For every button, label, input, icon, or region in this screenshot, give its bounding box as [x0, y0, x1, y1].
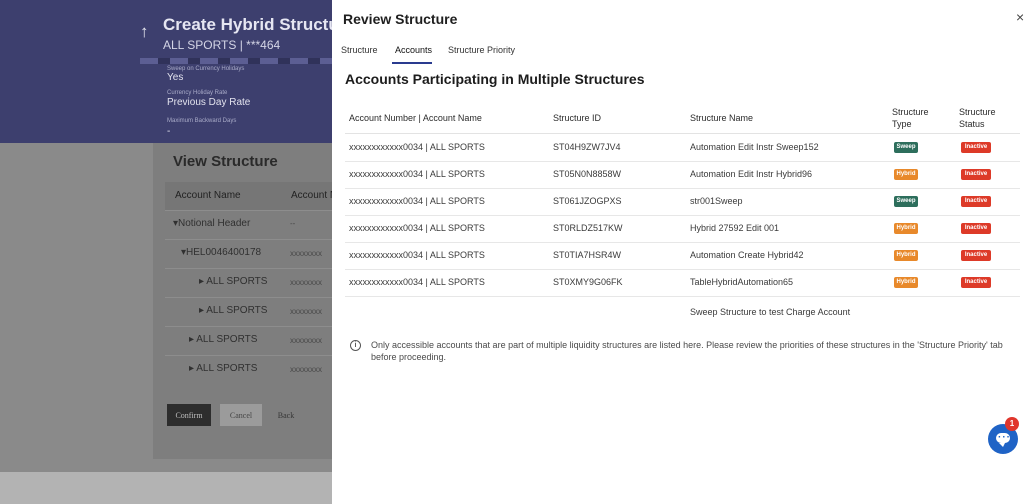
- structure-id-cell: ST05N0N8858W: [553, 169, 622, 179]
- column-header-structure-name: Structure Name: [690, 113, 754, 123]
- type-badge: Hybrid: [894, 169, 918, 180]
- column-header-status-line1: Structure: [959, 107, 996, 117]
- status-badge: Inactive: [961, 277, 991, 288]
- field-value: Previous Day Rate: [167, 97, 251, 108]
- view-structure-title: View Structure: [173, 153, 278, 170]
- field-label: Maximum Backward Days: [167, 118, 237, 124]
- account-number: xxxxxxxx: [290, 278, 322, 287]
- info-message: Only accessible accounts that are part o…: [371, 340, 1003, 362]
- close-icon[interactable]: ×: [1016, 9, 1024, 25]
- structure-name-cell: Automation Edit Instr Hybrid96: [690, 169, 813, 179]
- status-badge: Inactive: [961, 196, 991, 207]
- table-row: xxxxxxxxxxxx0034 | ALL SPORTS ST05N0N885…: [345, 161, 1020, 189]
- status-badge: Inactive: [961, 250, 991, 261]
- header-stripe: [140, 58, 340, 64]
- table-row: Sweep Structure to test Charge Account: [345, 296, 1020, 323]
- active-tab-indicator: [392, 62, 432, 64]
- account-cell: xxxxxxxxxxxx0034 | ALL SPORTS: [349, 277, 485, 287]
- tab-structure[interactable]: Structure: [341, 45, 378, 55]
- back-arrow-icon[interactable]: ↑: [140, 22, 149, 42]
- tree-node-label[interactable]: ▸ ALL SPORTS: [189, 334, 257, 345]
- account-cell: xxxxxxxxxxxx0034 | ALL SPORTS: [349, 196, 485, 206]
- structure-name-cell: Automation Create Hybrid42: [690, 250, 804, 260]
- column-header-type-line2: Type: [892, 119, 912, 129]
- field-value: -: [167, 126, 171, 137]
- field-label: Currency Holiday Rate: [167, 90, 228, 96]
- account-number: --: [290, 219, 296, 228]
- column-header-status-line2: Status: [959, 119, 985, 129]
- type-badge: Hybrid: [894, 250, 918, 261]
- column-header-structure-id: Structure ID: [553, 113, 602, 123]
- status-badge: Inactive: [961, 223, 991, 234]
- tree-node-label[interactable]: ▾Notional Header: [173, 218, 250, 229]
- table-row: xxxxxxxxxxxx0034 | ALL SPORTS ST0TIA7HSR…: [345, 242, 1020, 270]
- structure-id-cell: ST0TIA7HSR4W: [553, 250, 622, 260]
- type-badge: Sweep: [894, 142, 918, 153]
- tree-node-label[interactable]: ▸ ALL SPORTS: [199, 305, 267, 316]
- modal-title: Review Structure: [343, 11, 458, 27]
- accounts-table-header: Account Number | Account Name Structure …: [345, 100, 1020, 134]
- structure-id-cell: ST04H9ZW7JV4: [553, 142, 621, 152]
- page-title: Create Hybrid Structure: [163, 15, 355, 34]
- status-badge: Inactive: [961, 142, 991, 153]
- structure-id-cell: ST0RLDZ517KW: [553, 223, 623, 233]
- tab-accounts[interactable]: Accounts: [395, 45, 432, 55]
- structure-id-cell: ST061JZOGPXS: [553, 196, 622, 206]
- back-button[interactable]: Back: [270, 404, 302, 426]
- structure-id-cell: ST0XMY9G06FK: [553, 277, 623, 287]
- table-row: xxxxxxxxxxxx0034 | ALL SPORTS ST0XMY9G06…: [345, 269, 1020, 297]
- tree-node-label[interactable]: ▸ ALL SPORTS: [189, 363, 257, 374]
- tree-node-label[interactable]: ▾HEL0046400178: [181, 247, 261, 258]
- table-row: xxxxxxxxxxxx0034 | ALL SPORTS ST061JZOGP…: [345, 188, 1020, 216]
- structure-name-cell: str001Sweep: [690, 196, 743, 206]
- structure-name-cell: TableHybridAutomation65: [690, 277, 794, 287]
- table-row: xxxxxxxxxxxx0034 | ALL SPORTS ST0RLDZ517…: [345, 215, 1020, 243]
- column-header-type-line1: Structure: [892, 107, 929, 117]
- column-header: Account N: [291, 190, 338, 201]
- account-number: xxxxxxxx: [290, 336, 322, 345]
- page-footer: [0, 472, 340, 504]
- column-header: Account Name: [175, 190, 241, 201]
- field-value: Yes: [167, 72, 184, 83]
- info-icon: i: [350, 340, 361, 351]
- structure-name-cell: Hybrid 27592 Edit 001: [690, 223, 780, 233]
- type-badge: Hybrid: [894, 223, 918, 234]
- review-structure-modal: Review Structure × Structure Accounts St…: [332, 0, 1027, 504]
- account-cell: xxxxxxxxxxxx0034 | ALL SPORTS: [349, 142, 485, 152]
- account-cell: xxxxxxxxxxxx0034 | ALL SPORTS: [349, 169, 485, 179]
- confirm-button[interactable]: Confirm: [167, 404, 211, 426]
- type-badge: Sweep: [894, 196, 918, 207]
- section-heading: Accounts Participating in Multiple Struc…: [345, 71, 645, 87]
- account-number: xxxxxxxx: [290, 249, 322, 258]
- status-badge: Inactive: [961, 169, 991, 180]
- notification-count-badge: 1: [1005, 417, 1019, 431]
- structure-name-cell: Sweep Structure to test Charge Account: [690, 307, 851, 317]
- structure-name-cell: Automation Edit Instr Sweep152: [690, 142, 819, 152]
- table-row: xxxxxxxxxxxx0034 | ALL SPORTS ST04H9ZW7J…: [345, 134, 1020, 162]
- account-cell: xxxxxxxxxxxx0034 | ALL SPORTS: [349, 250, 485, 260]
- column-header-account: Account Number | Account Name: [349, 113, 482, 123]
- account-cell: xxxxxxxxxxxx0034 | ALL SPORTS: [349, 223, 485, 233]
- cancel-button[interactable]: Cancel: [220, 404, 262, 426]
- account-number: xxxxxxxx: [290, 365, 322, 374]
- account-number: xxxxxxxx: [290, 307, 322, 316]
- tree-node-label[interactable]: ▸ ALL SPORTS: [199, 276, 267, 287]
- page-subtitle: ALL SPORTS | ***464: [163, 38, 281, 52]
- type-badge: Hybrid: [894, 277, 918, 288]
- chat-dots-icon: ···: [998, 432, 1011, 443]
- tab-structure-priority[interactable]: Structure Priority: [448, 45, 515, 55]
